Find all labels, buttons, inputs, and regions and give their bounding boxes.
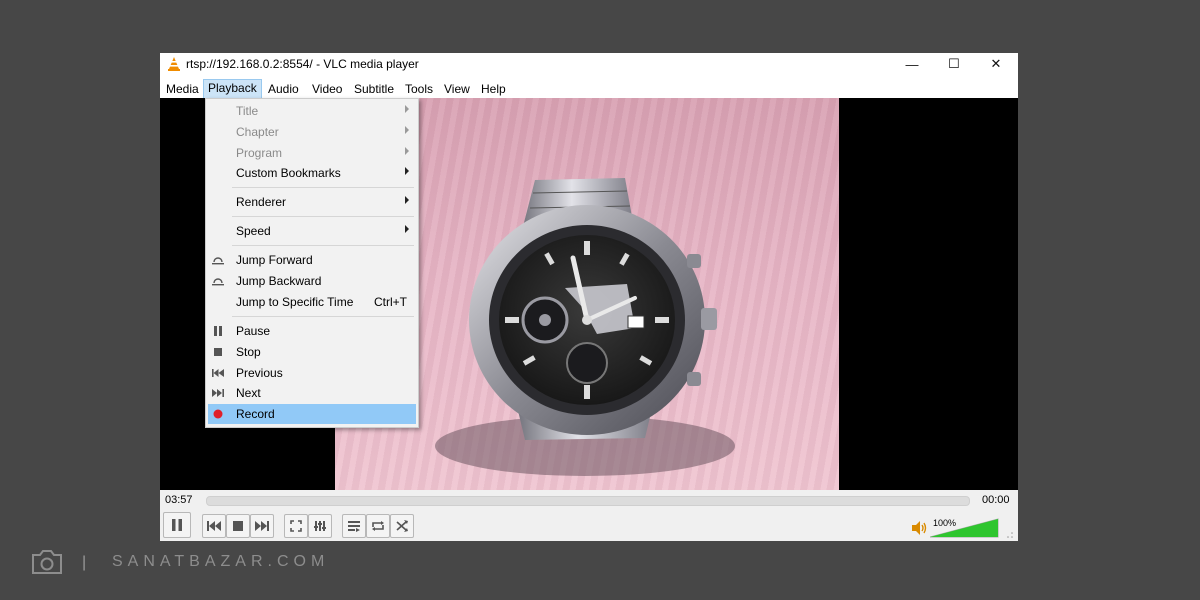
menu-playback[interactable]: Playback [203,79,262,99]
elapsed-time: 03:57 [165,494,193,506]
stop-button[interactable] [226,514,250,538]
menu-item-record[interactable]: Record [208,404,416,424]
submenu-arrow-icon [405,126,409,134]
menu-item-pause[interactable]: Pause [208,321,416,341]
menu-item-chapter[interactable]: Chapter [208,122,416,142]
menu-item-shortcut: Ctrl+T [374,295,407,309]
submenu-arrow-icon [405,196,409,204]
menu-item-speed[interactable]: Speed [208,221,416,241]
menu-subtitle[interactable]: Subtitle [350,80,398,98]
menu-item-jump-to-specific-time[interactable]: Jump to Specific Time Ctrl+T [208,292,416,312]
menu-item-label: Record [236,407,275,421]
camera-icon [32,550,62,574]
menu-item-label: Title [236,104,259,118]
stop-icon [212,346,224,358]
loop-button[interactable] [366,514,390,538]
record-icon [212,408,224,420]
menu-item-label: Next [236,386,261,400]
menu-item-previous[interactable]: Previous [208,363,416,383]
volume-slider[interactable] [930,518,1000,538]
menu-bar: Media Playback Audio Video Subtitle Tool… [160,78,1018,99]
pause-icon [172,519,182,531]
title-bar: rtsp://192.168.0.2:8554/ - VLC media pla… [160,53,1018,75]
menu-tools[interactable]: Tools [401,80,437,98]
next-icon [255,521,269,531]
menu-item-title[interactable]: Title [208,101,416,121]
menu-item-label: Program [236,146,283,160]
stop-icon [233,521,243,531]
menu-separator [232,187,414,188]
next-icon [212,387,224,399]
playlist-icon [348,521,360,532]
loop-icon [372,521,384,531]
menu-item-program[interactable]: Program [208,143,416,163]
previous-icon [212,367,224,379]
shuffle-button[interactable] [390,514,414,538]
vlc-cone-icon [168,57,180,71]
menu-item-jump-forward[interactable]: Jump Forward [208,250,416,270]
window-title: rtsp://192.168.0.2:8554/ - VLC media pla… [186,57,419,71]
submenu-arrow-icon [405,105,409,113]
menu-item-next[interactable]: Next [208,383,416,403]
remaining-time: 00:00 [982,494,1010,506]
menu-item-label: Previous [236,366,283,380]
menu-help[interactable]: Help [477,80,510,98]
menu-separator [232,316,414,317]
seek-bar[interactable] [206,496,970,506]
playback-controls: 03:57 00:00 100% [160,490,1018,541]
menu-item-jump-backward[interactable]: Jump Backward [208,271,416,291]
submenu-arrow-icon [405,147,409,155]
submenu-arrow-icon [405,225,409,233]
menu-separator [232,216,414,217]
menu-item-custom-bookmarks[interactable]: Custom Bookmarks [208,163,416,183]
previous-icon [207,521,221,531]
menu-item-label: Renderer [236,195,287,209]
fullscreen-icon [290,520,302,532]
menu-audio[interactable]: Audio [264,80,303,98]
menu-view[interactable]: View [440,80,474,98]
menu-item-label: Jump Backward [236,274,322,288]
shuffle-icon [396,520,408,532]
pause-icon [212,325,224,337]
close-button[interactable]: ✕ [975,53,1017,75]
menu-item-label: Jump to Specific Time [236,295,354,309]
menu-item-label: Pause [236,324,271,338]
menu-separator [232,245,414,246]
resize-grip-icon[interactable] [1006,531,1014,539]
next-button[interactable] [250,514,274,538]
menu-media[interactable]: Media [162,80,203,98]
speaker-icon[interactable] [911,521,927,535]
footer-separator: | [82,554,87,571]
menu-item-renderer[interactable]: Renderer [208,192,416,212]
extended-settings-button[interactable] [308,514,332,538]
menu-item-stop[interactable]: Stop [208,342,416,362]
jump-backward-icon [212,275,224,287]
menu-item-label: Stop [236,345,261,359]
playback-dropdown-menu: Title Chapter Program Custom Bookmarks R… [205,98,419,428]
menu-item-label: Chapter [236,125,279,139]
menu-video[interactable]: Video [308,80,346,98]
submenu-arrow-icon [405,167,409,175]
menu-item-label: Speed [236,224,271,238]
playlist-button[interactable] [342,514,366,538]
minimize-button[interactable]: — [891,53,933,75]
footer-brand: SANATBAZAR.COM [112,553,330,570]
menu-item-label: Custom Bookmarks [236,166,341,180]
equalizer-icon [314,521,326,531]
jump-forward-icon [212,254,224,266]
fullscreen-button[interactable] [284,514,308,538]
menu-item-label: Jump Forward [236,253,313,267]
pause-button[interactable] [163,512,191,538]
maximize-button[interactable]: ☐ [933,53,975,75]
previous-button[interactable] [202,514,226,538]
